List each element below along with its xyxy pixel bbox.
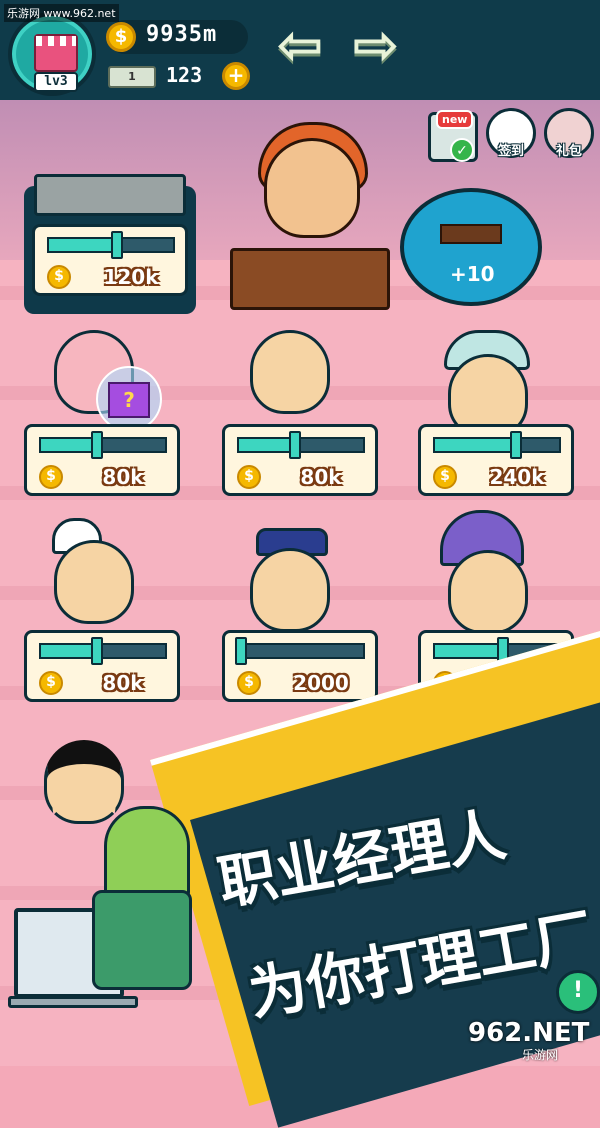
alert-button[interactable]: ! (556, 970, 600, 1014)
progress-knob (90, 431, 103, 459)
coin-icon: $ (47, 265, 71, 289)
station-value: 240k (489, 465, 545, 489)
progress-knob (510, 431, 523, 459)
watermark-brand-sub: 乐游网 (522, 1048, 559, 1062)
watermark-brand: 962.NET (468, 1018, 590, 1048)
coin-value: 9935m (146, 22, 218, 47)
chef-worker-avatar[interactable] (54, 540, 134, 624)
desk-icon (440, 224, 502, 244)
progress-knob (234, 637, 247, 665)
checkin-button[interactable]: 签到 (486, 108, 536, 159)
station-card[interactable]: $ 240k (418, 424, 574, 496)
progress-fill (435, 439, 519, 451)
coin-icon: $ (39, 465, 63, 489)
gift-pack-label: 礼包 (555, 144, 582, 159)
station-card[interactable]: $ 80k (24, 424, 180, 496)
station-value: 80k (300, 465, 342, 489)
next-floor-arrow-icon[interactable]: ⇨ (346, 18, 406, 74)
boss-character[interactable] (264, 138, 360, 238)
check-icon: ✓ (450, 138, 474, 162)
progress-fill (41, 645, 99, 657)
progress-knob (90, 637, 103, 665)
station-value: 2000 (293, 671, 349, 695)
station-card[interactable]: $ 2000 (222, 630, 378, 702)
coin-icon: $ (237, 671, 261, 695)
boss-desk (230, 248, 390, 310)
robot-manager-body (92, 890, 192, 990)
checkin-label: 签到 (497, 144, 524, 159)
cash-value: 123 (166, 63, 203, 87)
coin-icon: $ (237, 465, 261, 489)
level-label: lv3 (34, 72, 78, 92)
mystery-gift-icon: ? (108, 382, 150, 418)
station-card[interactable]: $ 120k (32, 224, 188, 296)
progress-bar (39, 643, 167, 659)
glasses-worker-avatar[interactable] (250, 330, 330, 414)
laptop-base (8, 996, 138, 1008)
add-cash-button[interactable]: + (222, 62, 250, 90)
bonus-bubble[interactable] (400, 188, 542, 306)
progress-fill (239, 439, 297, 451)
progress-bar (237, 643, 365, 659)
gift-pack-button[interactable]: 礼包 (544, 108, 594, 159)
machine-icon (34, 174, 186, 216)
level-shop-button[interactable]: lv3 (8, 12, 96, 96)
progress-bar (237, 437, 365, 453)
watermark-top: 乐游网 www.962.net (4, 4, 119, 22)
coin-icon: $ (39, 671, 63, 695)
progress-fill (41, 439, 99, 451)
witch-worker-avatar[interactable] (448, 550, 528, 634)
black-hair-worker-avatar[interactable] (44, 740, 124, 824)
progress-fill (435, 645, 506, 657)
progress-bar (433, 437, 561, 453)
progress-knob (288, 431, 301, 459)
station-card[interactable]: $ 80k (24, 630, 180, 702)
progress-knob (111, 231, 124, 259)
station-value: 80k (102, 465, 144, 489)
police-worker-avatar[interactable] (250, 548, 330, 632)
progress-bar (39, 437, 167, 453)
station-value: 120k (103, 265, 159, 289)
new-badge: new (436, 110, 474, 129)
station-card[interactable]: $ 80k (222, 424, 378, 496)
progress-fill (49, 239, 120, 251)
coin-icon: $ (106, 22, 136, 52)
coin-icon: $ (433, 465, 457, 489)
cash-icon: 1 (108, 66, 156, 88)
prev-floor-arrow-icon[interactable]: ⇦ (270, 18, 330, 74)
bonus-label: +10 (450, 262, 495, 286)
station-value: 80k (102, 671, 144, 695)
shop-icon (34, 34, 78, 72)
